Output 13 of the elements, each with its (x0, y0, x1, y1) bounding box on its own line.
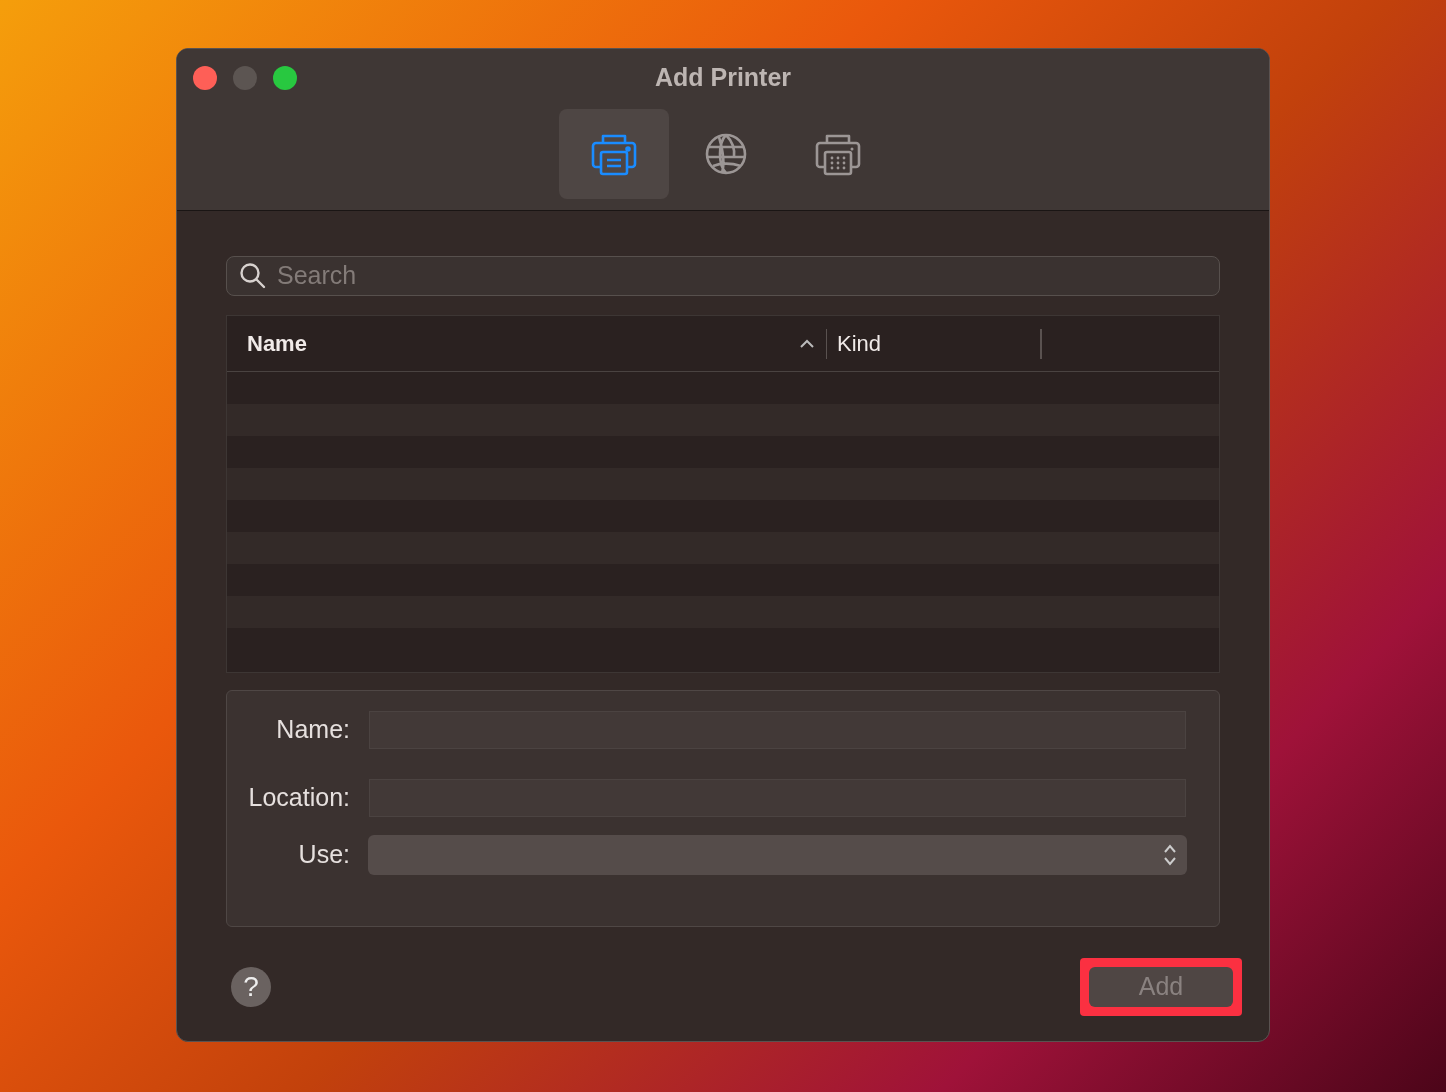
search-icon (239, 262, 267, 290)
printer-tab[interactable] (558, 108, 669, 199)
globe-icon (704, 132, 747, 175)
field-label: Use: (297, 839, 351, 871)
up-down-chevron-icon (1163, 843, 1177, 867)
field-label: Name: (275, 714, 351, 746)
zoom-button[interactable] (273, 66, 297, 90)
window-title: Add Printer (654, 62, 792, 93)
help-button[interactable]: ? (231, 967, 271, 1007)
field-label: Location: (247, 782, 351, 814)
column-header[interactable]: Name (247, 327, 307, 360)
close-button[interactable] (193, 66, 217, 90)
column-header[interactable]: Kind (837, 327, 882, 360)
